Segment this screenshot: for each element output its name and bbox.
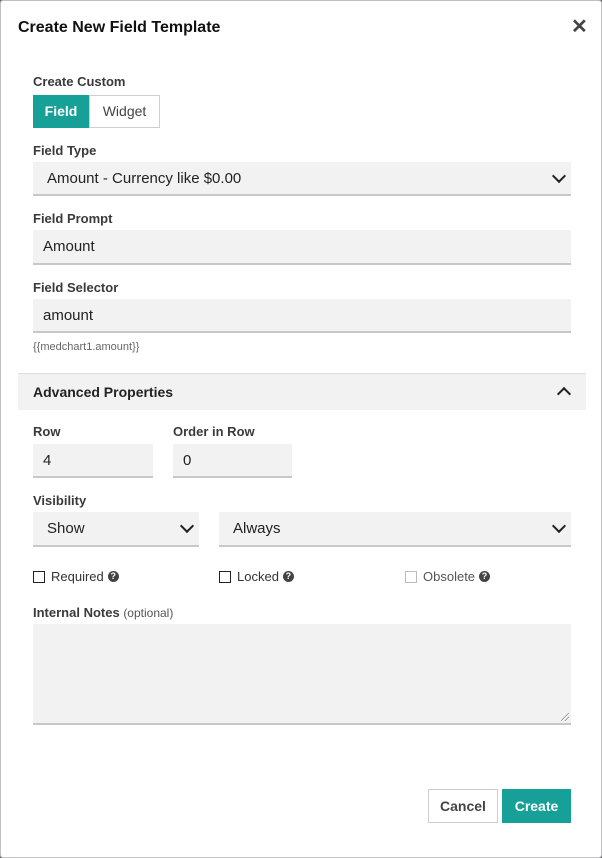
visibility-mode-select[interactable]: Show bbox=[33, 512, 199, 547]
required-checkbox[interactable]: Required ? bbox=[33, 569, 119, 584]
create-custom-toggle: Field Widget bbox=[33, 95, 160, 128]
chevron-down-icon bbox=[551, 518, 567, 534]
checkbox-box[interactable] bbox=[33, 570, 45, 583]
field-type-value: Amount - Currency like $0.00 bbox=[47, 169, 242, 187]
internal-notes-textarea[interactable] bbox=[33, 624, 571, 725]
order-in-row-label: Order in Row bbox=[173, 424, 255, 439]
help-icon[interactable]: ? bbox=[107, 571, 119, 582]
visibility-condition-value: Always bbox=[233, 520, 281, 537]
obsolete-checkbox[interactable]: Obsolete ? bbox=[405, 569, 491, 584]
locked-checkbox[interactable]: Locked ? bbox=[219, 569, 294, 584]
chevron-up-icon[interactable] bbox=[556, 386, 572, 402]
internal-notes-label-text: Internal Notes bbox=[33, 605, 120, 620]
help-icon[interactable]: ? bbox=[282, 571, 294, 582]
field-toggle-button[interactable]: Field bbox=[33, 95, 89, 128]
required-label: Required bbox=[51, 569, 104, 584]
visibility-mode-value: Show bbox=[47, 520, 85, 537]
visibility-condition-select[interactable]: Always bbox=[219, 512, 571, 547]
checkbox-box[interactable] bbox=[405, 570, 417, 583]
field-prompt-input[interactable]: Amount bbox=[33, 230, 571, 265]
create-button[interactable]: Create bbox=[502, 789, 571, 823]
field-type-label: Field Type bbox=[33, 143, 97, 158]
field-type-select[interactable]: Amount - Currency like $0.00 bbox=[33, 162, 571, 196]
advanced-properties-title: Advanced Properties bbox=[33, 384, 174, 400]
obsolete-label: Obsolete bbox=[423, 569, 476, 584]
field-prompt-label: Field Prompt bbox=[33, 211, 113, 226]
widget-toggle-button[interactable]: Widget bbox=[89, 95, 160, 128]
cancel-button[interactable]: Cancel bbox=[428, 789, 498, 823]
optional-suffix: (optional) bbox=[123, 606, 174, 620]
row-input[interactable]: 4 bbox=[33, 444, 153, 478]
chevron-down-icon bbox=[551, 168, 567, 183]
field-selector-hint: {{medchart1.amount}} bbox=[33, 341, 140, 353]
resize-handle-icon[interactable] bbox=[561, 713, 569, 721]
chevron-down-icon bbox=[179, 518, 195, 534]
advanced-properties-header[interactable]: Advanced Properties bbox=[18, 373, 586, 410]
locked-label: Locked bbox=[237, 569, 279, 584]
dialog-title: Create New Field Template bbox=[18, 19, 221, 36]
checkbox-box[interactable] bbox=[219, 570, 231, 583]
field-selector-label: Field Selector bbox=[33, 280, 119, 295]
field-selector-input[interactable]: amount bbox=[33, 299, 571, 333]
create-field-template-dialog: Create New Field Template ✕ Create Custo… bbox=[0, 0, 602, 858]
help-icon[interactable]: ? bbox=[479, 571, 491, 582]
internal-notes-label: Internal Notes (optional) bbox=[33, 605, 173, 620]
close-icon[interactable]: ✕ bbox=[571, 17, 588, 37]
order-in-row-input[interactable]: 0 bbox=[173, 444, 292, 478]
create-custom-label: Create Custom bbox=[33, 74, 126, 89]
visibility-label: Visibility bbox=[33, 493, 87, 508]
row-label: Row bbox=[33, 424, 61, 439]
